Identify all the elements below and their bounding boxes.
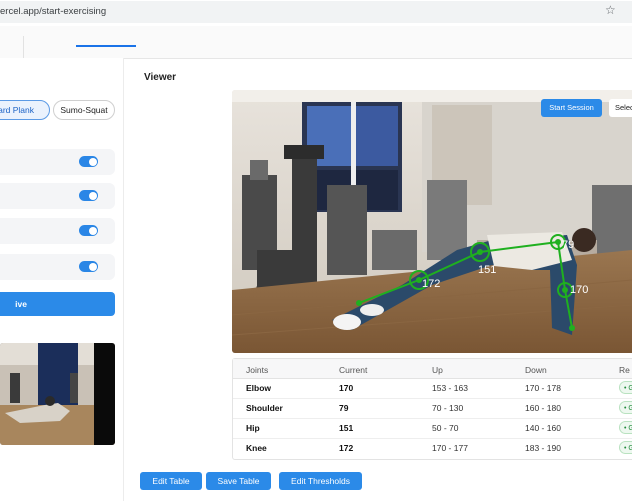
table-header-row: Joints Current Up Down Re <box>233 359 632 379</box>
down-range: 170 - 178 <box>525 383 561 393</box>
header-down: Down <box>525 365 547 375</box>
setting-row-3 <box>0 218 115 244</box>
app-tab-row <box>0 26 632 59</box>
down-range: 140 - 160 <box>525 423 561 433</box>
current-angle: 151 <box>339 423 354 433</box>
current-angle: 172 <box>339 443 354 453</box>
joint-name: Hip <box>246 423 260 433</box>
table-row: Hip 151 50 - 70 140 - 160 • G <box>233 418 632 439</box>
toggle-switch-2[interactable] <box>79 190 98 201</box>
header-current: Current <box>339 365 368 375</box>
current-angle: 79 <box>339 403 349 413</box>
header-joints: Joints <box>246 365 269 375</box>
down-range: 160 - 180 <box>525 403 561 413</box>
edit-thresholds-button[interactable]: Edit Thresholds <box>279 472 362 490</box>
header-up: Up <box>432 365 443 375</box>
table-row: Knee 172 170 - 177 183 - 190 • G <box>233 438 632 458</box>
exercise-chip-downward-plank[interactable]: ward Plank <box>0 100 50 120</box>
joint-name: Elbow <box>246 383 272 393</box>
viewer-title: Viewer <box>144 72 177 83</box>
live-video-button[interactable]: ive Video <box>0 292 115 333</box>
tab-divider <box>23 36 24 58</box>
status-badge: • G <box>619 441 632 454</box>
up-range: 70 - 130 <box>432 403 464 413</box>
settings-panel: ward Plank Sumo-Squat ive Video <box>0 58 124 501</box>
up-range: 153 - 163 <box>432 383 468 393</box>
start-session-button[interactable]: Start Session <box>541 99 602 117</box>
up-range: 170 - 177 <box>432 443 468 453</box>
setting-row-2 <box>0 183 115 209</box>
current-angle: 170 <box>339 383 354 393</box>
pose-video-frame: 79 170 151 172 <box>232 90 632 353</box>
table-row: Shoulder 79 70 - 130 160 - 180 • G <box>233 398 632 419</box>
edit-table-button[interactable]: Edit Table <box>140 472 202 490</box>
url-text[interactable]: ercel.app/start-exercising <box>0 6 106 17</box>
exercise-chip-sumo-squat[interactable]: Sumo-Squat <box>53 100 115 120</box>
toggle-switch-4[interactable] <box>79 261 98 272</box>
joint-name: Knee <box>246 443 267 453</box>
toggle-switch-1[interactable] <box>79 156 98 167</box>
status-badge: • G <box>619 421 632 434</box>
video-thumbnail[interactable] <box>0 343 115 445</box>
down-range: 183 - 190 <box>525 443 561 453</box>
select-dropdown[interactable]: Selec <box>609 99 632 117</box>
browser-address-bar: ercel.app/start-exercising ☆ <box>0 0 632 26</box>
joint-name: Shoulder <box>246 403 283 413</box>
toggle-switch-3[interactable] <box>79 225 98 236</box>
status-badge: • G <box>619 381 632 394</box>
angle-label-shoulder: 170 <box>570 284 588 296</box>
gym-thumbnail-image <box>0 343 115 445</box>
setting-row-1 <box>0 149 115 175</box>
active-tab-indicator <box>76 45 136 47</box>
angle-label-elbow: 79 <box>562 239 574 251</box>
angle-label-knee: 172 <box>422 278 440 290</box>
save-table-button[interactable]: Save Table <box>206 472 271 490</box>
angle-label-hip: 151 <box>478 264 496 276</box>
star-icon[interactable]: ☆ <box>605 3 616 17</box>
video-viewer[interactable]: 79 170 151 172 <box>232 90 632 353</box>
header-result: Re <box>619 365 630 375</box>
status-badge: • G <box>619 401 632 414</box>
joints-table: Joints Current Up Down Re Elbow 170 153 … <box>232 358 632 460</box>
table-row: Elbow 170 153 - 163 170 - 178 • G <box>233 378 632 399</box>
up-range: 50 - 70 <box>432 423 459 433</box>
setting-row-4 <box>0 254 115 280</box>
